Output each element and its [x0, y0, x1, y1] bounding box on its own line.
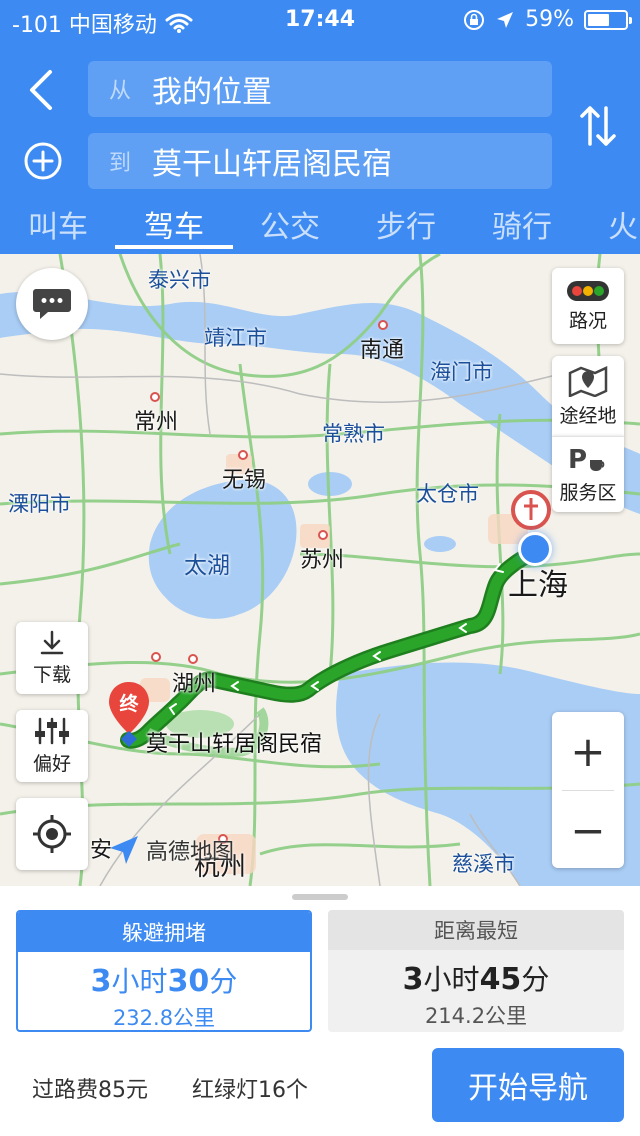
origin-field[interactable]: 从 我的位置 [88, 61, 552, 117]
route-duration: 3小时45分 [402, 962, 550, 997]
sliders-icon [35, 717, 69, 744]
destination-field[interactable]: 到 莫干山轩居阁民宿 [88, 133, 552, 189]
panel-drag-handle[interactable] [292, 894, 348, 900]
rotation-lock-icon [464, 9, 485, 30]
parking-coffee-icon: P [568, 445, 605, 474]
route-distance: 232.8公里 [112, 1006, 216, 1030]
route-duration: 3小时30分 [90, 964, 238, 999]
waypoint-label: 途经地 [559, 404, 617, 427]
service-area-label: 服务区 [559, 482, 617, 504]
brand-text: 高德地图 [146, 840, 235, 865]
feedback-button[interactable] [16, 268, 88, 340]
route-header: -101 中国移动 17:44 59% 从 我的位置 到 莫干山轩居阁民宿 叫车… [0, 0, 640, 254]
toll-info: 过路费85元 [32, 1078, 148, 1103]
download-icon [40, 630, 64, 654]
locate-button[interactable] [16, 798, 88, 870]
tab-train[interactable]: 火 [580, 202, 640, 246]
zoom-in-button[interactable]: + [552, 712, 624, 790]
route-option-shortest[interactable]: 距离最短 3小时45分 214.2公里 [328, 910, 624, 1032]
route-tag: 躲避拥堵 [18, 912, 310, 952]
back-icon[interactable] [22, 66, 62, 114]
city-taicang: 太仓市 [416, 482, 479, 506]
svg-text:P: P [568, 445, 587, 474]
tab-taxi[interactable]: 叫车 [0, 202, 116, 246]
city-jingjiang: 靖江市 [204, 326, 267, 350]
gaode-logo-icon [110, 836, 138, 864]
city-changshu: 常熟市 [322, 422, 385, 446]
city-taixing: 泰兴市 [148, 268, 211, 292]
route-option-avoid-congestion[interactable]: 躲避拥堵 3小时30分 232.8公里 [16, 910, 312, 1032]
battery-percent: 59% [525, 7, 574, 32]
city-cixi: 慈溪市 [452, 852, 515, 876]
swap-icon[interactable] [574, 100, 622, 152]
zoom-control: + − [552, 712, 624, 868]
zoom-out-button[interactable]: − [552, 791, 624, 869]
active-tab-indicator [115, 245, 233, 249]
lake-taihu: 太湖 [184, 553, 230, 579]
city-liyang: 溧阳市 [8, 492, 71, 516]
traffic-label: 路况 [568, 309, 607, 332]
city-suzhou: 苏州 [300, 548, 345, 573]
route-tag: 距离最短 [328, 910, 624, 950]
traffic-lights-info: 红绿灯16个 [192, 1078, 308, 1103]
tab-transit[interactable]: 公交 [232, 202, 348, 246]
destination-value: 莫干山轩居阁民宿 [152, 147, 392, 182]
city-shanghai: 上海 [508, 568, 568, 603]
route-panel: 躲避拥堵 3小时30分 232.8公里 距离最短 3小时45分 214.2公里 … [0, 886, 640, 1136]
download-button[interactable]: 下载 [16, 622, 88, 694]
destination-prefix: 到 [108, 151, 131, 176]
city-wuxi: 无锡 [222, 468, 267, 493]
svg-text:终: 终 [119, 692, 139, 715]
download-label: 下载 [32, 663, 71, 686]
add-waypoint-icon[interactable] [22, 140, 64, 182]
route-distance: 214.2公里 [424, 1004, 528, 1028]
origin-prefix: 从 [108, 79, 131, 104]
preference-label: 偏好 [32, 752, 71, 775]
map-brand: 高德地图 [108, 834, 234, 866]
destination-dot-icon [121, 731, 137, 747]
transport-tabs: 叫车 驾车 公交 步行 骑行 火 [0, 196, 640, 254]
waypoint-button[interactable]: 途经地 [552, 356, 624, 436]
my-location-marker [518, 532, 552, 566]
map-pin-icon [568, 365, 608, 397]
destination-label: 莫干山轩居阁民宿 [146, 732, 323, 757]
city-huzhou: 湖州 [172, 672, 217, 697]
city-changzhou: 常州 [134, 410, 179, 435]
traffic-button[interactable]: 路况 [552, 268, 624, 344]
locate-icon [33, 815, 71, 853]
city-nantong: 南通 [360, 338, 405, 363]
start-navigation-button[interactable]: 开始导航 [432, 1048, 624, 1122]
preference-button[interactable]: 偏好 [16, 710, 88, 782]
traffic-light-icon [567, 280, 609, 301]
city-haimen: 海门市 [430, 360, 493, 384]
message-icon [33, 289, 71, 319]
service-area-button[interactable]: P 服务区 [552, 436, 624, 512]
tab-bike[interactable]: 骑行 [464, 202, 580, 246]
tab-walk[interactable]: 步行 [348, 202, 464, 246]
location-arrow-icon [497, 11, 514, 28]
origin-value: 我的位置 [152, 75, 272, 110]
map-view[interactable]: 泰兴市 靖江市 南通 海门市 常州 常熟市 无锡 溧阳市 太仓市 太湖 苏州 上… [0, 254, 640, 886]
battery-icon [584, 9, 632, 30]
tab-drive[interactable]: 驾车 [116, 202, 232, 246]
status-bar: -101 中国移动 17:44 59% [0, 0, 640, 40]
